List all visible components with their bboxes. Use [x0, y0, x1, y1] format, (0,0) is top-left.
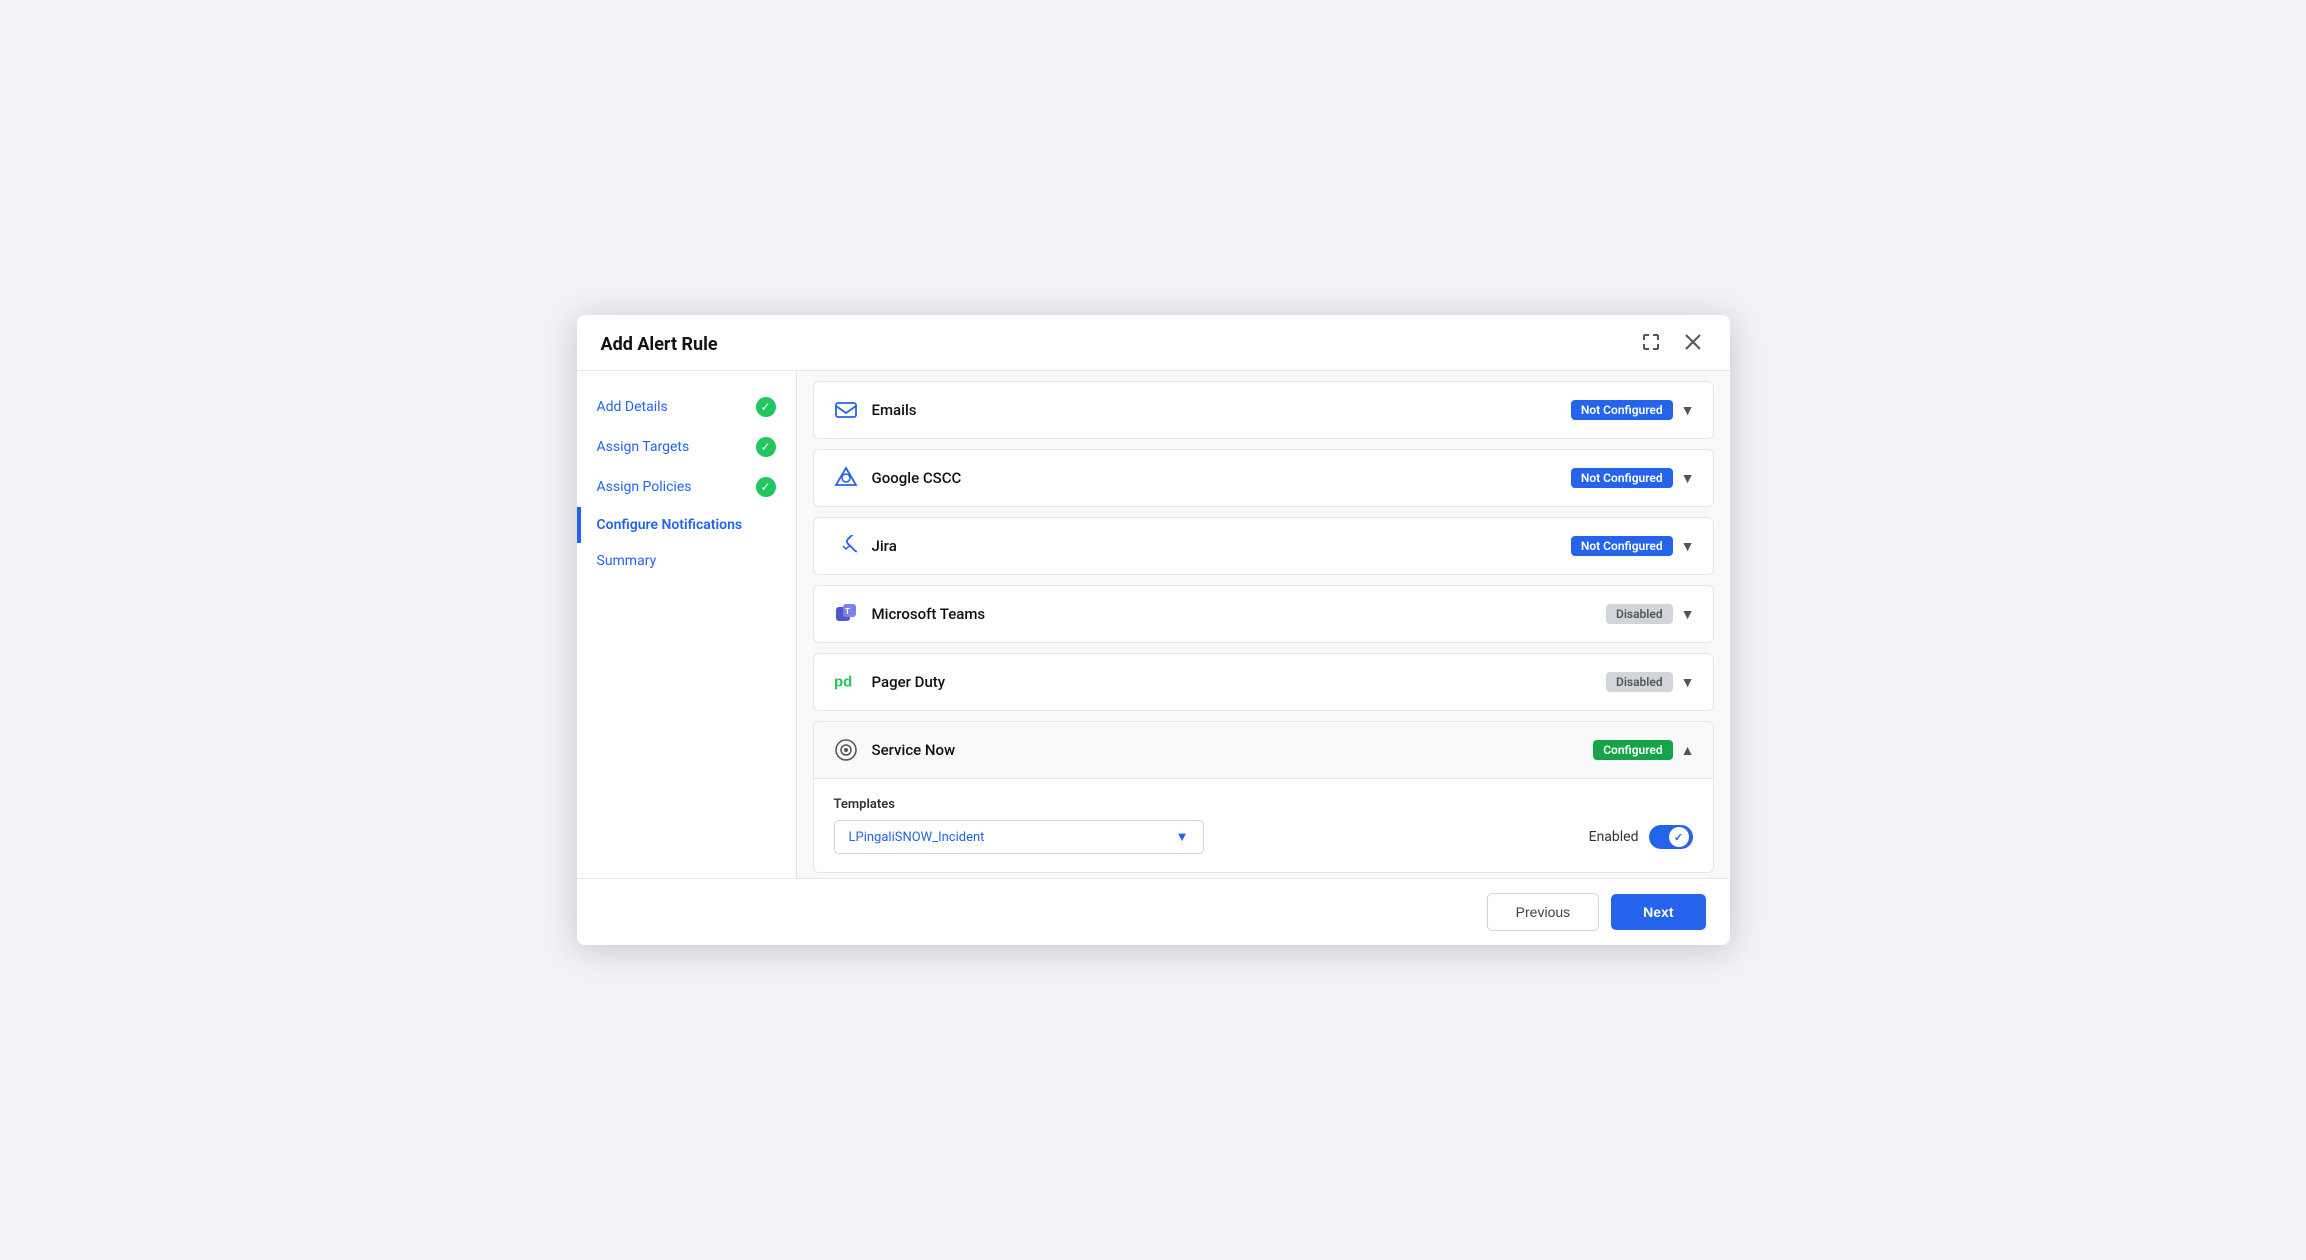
sidebar-item-label: Assign Targets: [597, 439, 690, 455]
sidebar-item-label: Assign Policies: [597, 479, 692, 495]
emails-icon: [832, 396, 860, 424]
jira-chevron: ▼: [1681, 538, 1695, 555]
svg-text:pd: pd: [834, 674, 852, 691]
microsoft-teams-icon: T: [832, 600, 860, 628]
modal-body: Add Details ✓ Assign Targets ✓ Assign Po…: [577, 371, 1730, 878]
notification-service-now: Service Now Configured ▲ Templates LPing…: [813, 721, 1714, 873]
sidebar: Add Details ✓ Assign Targets ✓ Assign Po…: [577, 371, 797, 878]
microsoft-teams-chevron: ▼: [1681, 606, 1695, 623]
notification-jira-header[interactable]: Jira Not Configured ▼: [814, 518, 1713, 574]
template-select[interactable]: LPingaliSNOW_Incident ▼: [834, 820, 1204, 854]
service-now-chevron: ▲: [1681, 742, 1695, 759]
sidebar-item-assign-targets[interactable]: Assign Targets ✓: [577, 427, 796, 467]
svg-text:T: T: [845, 607, 850, 616]
service-now-icon: [832, 736, 860, 764]
google-cscc-chevron: ▼: [1681, 470, 1695, 487]
check-icon-assign-policies: ✓: [756, 477, 776, 497]
notification-microsoft-teams: T Microsoft Teams Disabled ▼: [813, 585, 1714, 643]
pager-duty-icon: pd: [832, 668, 860, 696]
previous-button[interactable]: Previous: [1487, 893, 1599, 931]
sidebar-item-summary[interactable]: Summary: [577, 543, 796, 579]
toggle-knob: ✓: [1669, 827, 1689, 847]
emails-name: Emails: [872, 401, 917, 419]
toggle-check-icon: ✓: [1674, 831, 1683, 844]
check-icon-assign-targets: ✓: [756, 437, 776, 457]
modal-header-icons: [1638, 331, 1706, 358]
emails-chevron: ▼: [1681, 402, 1695, 419]
template-value: LPingaliSNOW_Incident: [849, 830, 985, 845]
service-now-name: Service Now: [872, 741, 956, 759]
next-button[interactable]: Next: [1611, 894, 1705, 930]
notification-google-cscc: Google CSCC Not Configured ▼: [813, 449, 1714, 507]
notification-jira: Jira Not Configured ▼: [813, 517, 1714, 575]
pager-duty-chevron: ▼: [1681, 674, 1695, 691]
sidebar-item-configure-notifications[interactable]: Configure Notifications: [577, 507, 796, 543]
enabled-label: Enabled: [1589, 829, 1639, 845]
microsoft-teams-name: Microsoft Teams: [872, 605, 986, 623]
notification-microsoft-teams-header[interactable]: T Microsoft Teams Disabled ▼: [814, 586, 1713, 642]
google-cscc-icon: [832, 464, 860, 492]
notification-pager-duty-header[interactable]: pd Pager Duty Disabled ▼: [814, 654, 1713, 710]
service-now-body: Templates LPingaliSNOW_Incident ▼ Enable…: [814, 779, 1713, 872]
modal-header: Add Alert Rule: [577, 315, 1730, 371]
check-icon-add-details: ✓: [756, 397, 776, 417]
sidebar-item-label: Summary: [597, 553, 657, 569]
notification-service-now-header[interactable]: Service Now Configured ▲: [814, 722, 1713, 779]
close-button[interactable]: [1680, 331, 1706, 358]
notification-google-cscc-header[interactable]: Google CSCC Not Configured ▼: [814, 450, 1713, 506]
template-chevron-icon: ▼: [1176, 829, 1189, 845]
sidebar-item-label: Configure Notifications: [597, 517, 743, 533]
microsoft-teams-badge[interactable]: Disabled: [1606, 604, 1673, 624]
enabled-row: Enabled ✓: [1589, 825, 1693, 849]
service-now-badge[interactable]: Configured: [1593, 740, 1672, 760]
notification-pager-duty: pd Pager Duty Disabled ▼: [813, 653, 1714, 711]
google-cscc-badge[interactable]: Not Configured: [1571, 468, 1673, 488]
pager-duty-name: Pager Duty: [872, 673, 946, 691]
jira-name: Jira: [872, 537, 897, 555]
fullscreen-button[interactable]: [1638, 331, 1664, 358]
modal-footer: Previous Next: [577, 878, 1730, 945]
sidebar-item-add-details[interactable]: Add Details ✓: [577, 387, 796, 427]
jira-badge[interactable]: Not Configured: [1571, 536, 1673, 556]
jira-icon: [832, 532, 860, 560]
templates-label: Templates: [834, 797, 1693, 812]
sidebar-item-label: Add Details: [597, 399, 668, 415]
add-alert-rule-modal: Add Alert Rule Add Details ✓: [577, 315, 1730, 945]
sidebar-item-assign-policies[interactable]: Assign Policies ✓: [577, 467, 796, 507]
notification-emails-header[interactable]: Emails Not Configured ▼: [814, 382, 1713, 438]
notification-emails: Emails Not Configured ▼: [813, 381, 1714, 439]
templates-row: LPingaliSNOW_Incident ▼ Enabled ✓: [834, 820, 1693, 854]
content-area: Emails Not Configured ▼: [797, 371, 1730, 878]
emails-badge[interactable]: Not Configured: [1571, 400, 1673, 420]
google-cscc-name: Google CSCC: [872, 469, 962, 487]
modal-title: Add Alert Rule: [601, 334, 718, 355]
pager-duty-badge[interactable]: Disabled: [1606, 672, 1673, 692]
enabled-toggle[interactable]: ✓: [1649, 825, 1693, 849]
